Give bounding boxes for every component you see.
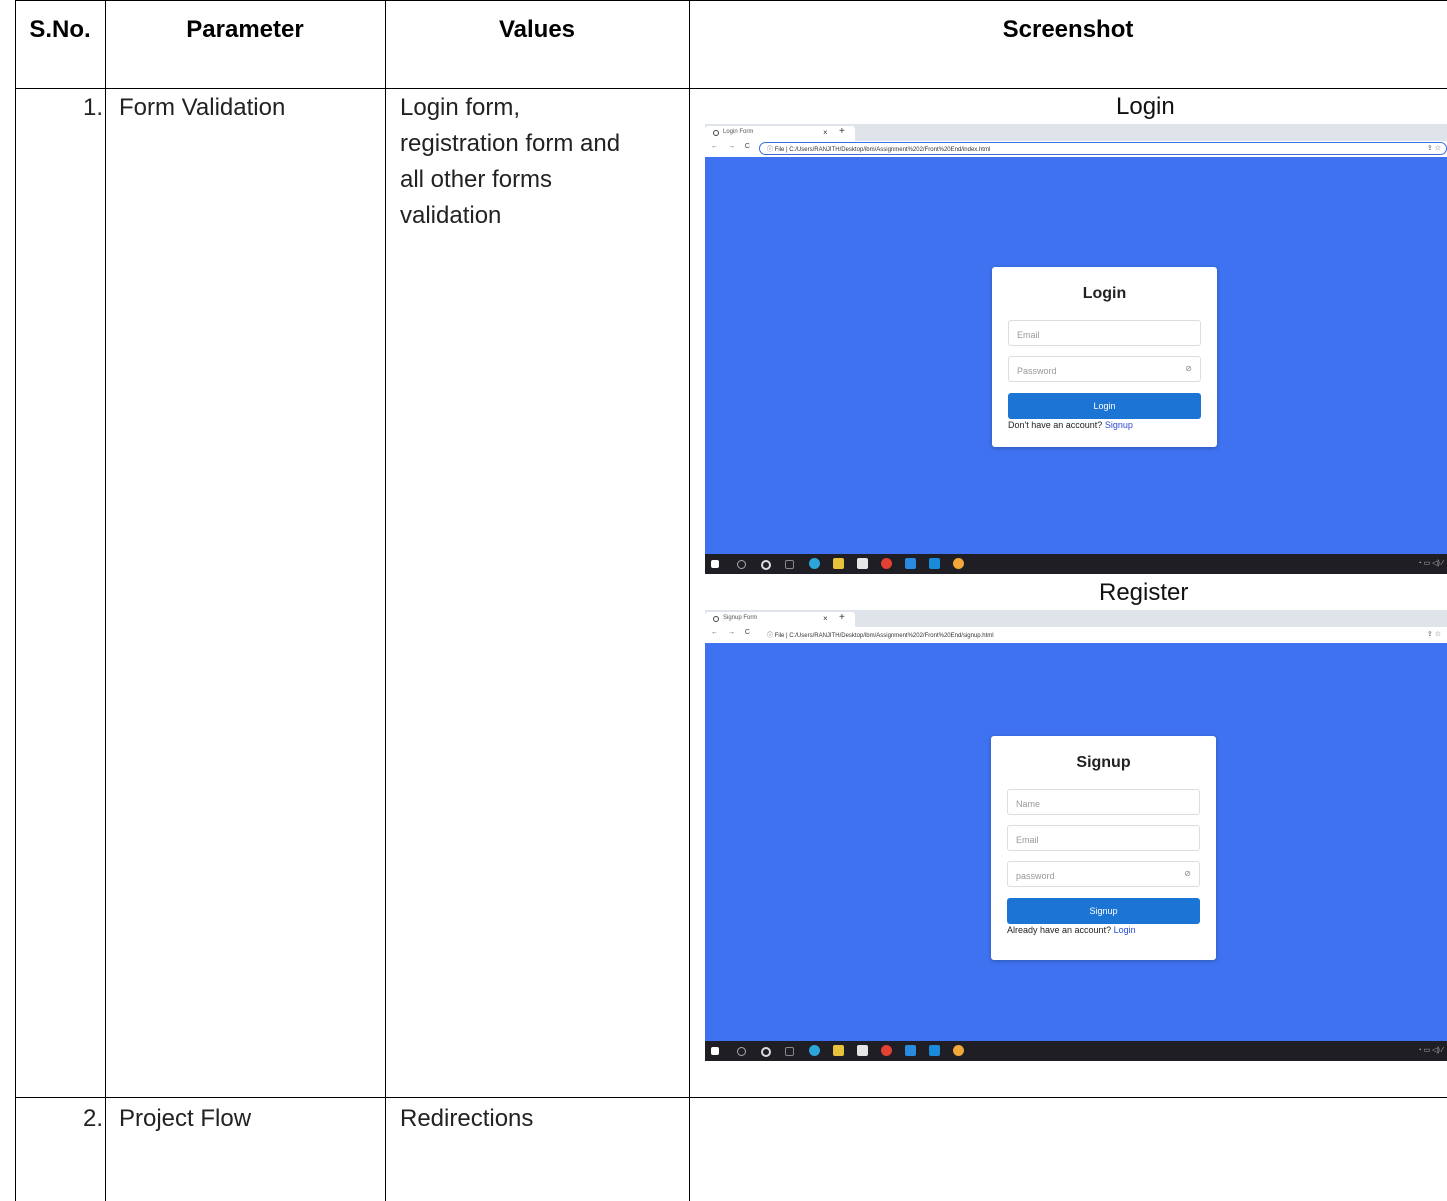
search-icon[interactable] [737, 1047, 746, 1056]
login-card: Login Email Password ⊘ Login Don't have … [992, 267, 1217, 447]
site-info-icon [713, 616, 719, 622]
browser-tabbar: Signup Form × + [705, 610, 1447, 627]
cortana-icon[interactable] [761, 1047, 771, 1057]
address-bar: ← → C ⓘ File | C:/Users/RANJITH/Desktop/… [705, 627, 1447, 643]
footer-text: Already have an account? [1007, 925, 1112, 935]
close-tab-icon[interactable]: × [823, 128, 828, 137]
new-tab-icon[interactable]: + [839, 126, 845, 137]
register-screenshot: Signup Form × + ← → C ⓘ File | C:/Users/… [705, 610, 1447, 1061]
email-field[interactable]: Email [1007, 825, 1200, 851]
login-link[interactable]: Login [1114, 925, 1136, 935]
login-card-title: Login [1082, 285, 1127, 302]
col-border-0 [15, 0, 16, 1201]
url-text: ⓘ File | C:/Users/RANJITH/Desktop/ibm/As… [767, 147, 991, 153]
row-1-values-line-4: validation [400, 202, 502, 229]
edge-icon[interactable] [809, 558, 820, 569]
header-screenshot: Screenshot [1002, 16, 1134, 43]
cortana-icon[interactable] [761, 560, 771, 570]
password-placeholder: Password [1017, 366, 1057, 376]
store-icon[interactable] [857, 1045, 868, 1056]
row-1-parameter: Form Validation [119, 94, 286, 121]
url-text[interactable]: ⓘ File | C:/Users/RANJITH/Desktop/ibm/As… [767, 630, 994, 639]
register-caption: Register [1099, 579, 1189, 606]
file-explorer-icon[interactable] [833, 558, 844, 569]
row-2-values: Redirections [400, 1105, 534, 1132]
col-border-3 [689, 0, 690, 1201]
browser-tabbar: Login Form × + [705, 124, 1447, 141]
nav-buttons[interactable]: ← → C [711, 629, 754, 636]
login-screenshot: Login Form × + ← → C ⓘ File | C:/Users/R… [705, 124, 1447, 574]
app-icon[interactable] [953, 558, 964, 569]
login-footer: Don't have an account? Signup [1008, 420, 1133, 430]
col-border-2 [385, 0, 386, 1201]
row-2-parameter: Project Flow [119, 1105, 252, 1132]
system-tray-icons[interactable]: ◔ ▭ ◁) ⁄ [1417, 1046, 1443, 1054]
page-viewport: Login Email Password ⊘ Login Don't have … [705, 157, 1447, 554]
row-1-values-line-1: Login form, [400, 94, 521, 121]
mail-icon[interactable] [929, 1045, 940, 1056]
vscode-icon[interactable] [905, 1045, 916, 1056]
search-icon[interactable] [737, 560, 746, 569]
share-star-icons[interactable]: ⇪ ☆ [1427, 144, 1441, 152]
name-field[interactable]: Name [1007, 789, 1200, 815]
file-explorer-icon[interactable] [833, 1045, 844, 1056]
header-parameter: Parameter [186, 16, 304, 43]
header-row-border [15, 88, 1447, 89]
signup-footer: Already have an account? Login [1007, 925, 1136, 935]
password-field[interactable]: password ⊘ [1007, 861, 1200, 887]
row-1-values-line-3: all other forms [400, 166, 553, 193]
app-icon[interactable] [953, 1045, 964, 1056]
header-values: Values [498, 16, 576, 43]
login-caption: Login [1116, 93, 1175, 120]
chrome-icon[interactable] [881, 1045, 892, 1056]
windows-start-icon[interactable] [711, 560, 719, 568]
password-placeholder: password [1016, 871, 1055, 881]
vscode-icon[interactable] [905, 558, 916, 569]
windows-taskbar: ◔ ▭ ◁) ⁄ [705, 1041, 1447, 1061]
login-button[interactable]: Login [1008, 393, 1201, 419]
table-border-top [15, 0, 1447, 1]
col-border-1 [105, 0, 106, 1201]
store-icon[interactable] [857, 558, 868, 569]
new-tab-icon[interactable]: + [839, 612, 845, 623]
tab-title: Signup Form [723, 615, 758, 621]
row-1-sno: 1. [82, 94, 103, 121]
signup-card-title: Signup [1076, 754, 1131, 771]
row-1-border [15, 1097, 1447, 1098]
eye-off-icon[interactable]: ⊘ [1185, 364, 1192, 373]
footer-text: Don't have an account? [1008, 420, 1103, 430]
windows-start-icon[interactable] [711, 1047, 719, 1055]
close-tab-icon[interactable]: × [823, 614, 828, 623]
browser-tab[interactable]: Login Form × [705, 126, 855, 141]
signup-card: Signup Name Email password ⊘ Signup Alre… [991, 736, 1216, 960]
chrome-icon[interactable] [881, 558, 892, 569]
windows-taskbar: ◔ ▭ ◁) ⁄ [705, 554, 1447, 574]
eye-off-icon[interactable]: ⊘ [1184, 869, 1191, 878]
site-info-icon [713, 130, 719, 136]
row-2-sno: 2. [82, 1105, 103, 1132]
address-bar: ← → C ⓘ File | C:/Users/RANJITH/Desktop/… [705, 141, 1447, 157]
email-field[interactable]: Email [1008, 320, 1201, 346]
task-view-icon[interactable] [785, 560, 794, 569]
signup-link[interactable]: Signup [1105, 420, 1133, 430]
row-1-values-line-2: registration form and [400, 130, 621, 157]
share-star-icons[interactable]: ⇪ ☆ [1427, 630, 1441, 638]
header-sno: S.No. [29, 16, 91, 43]
system-tray-icons[interactable]: ◔ ▭ ◁) ⁄ [1417, 559, 1443, 567]
signup-button[interactable]: Signup [1007, 898, 1200, 924]
edge-icon[interactable] [809, 1045, 820, 1056]
tab-title: Login Form [723, 129, 754, 135]
password-field[interactable]: Password ⊘ [1008, 356, 1201, 382]
page-viewport: Signup Name Email password ⊘ Signup Alre… [705, 643, 1447, 1041]
task-view-icon[interactable] [785, 1047, 794, 1056]
browser-tab[interactable]: Signup Form × [705, 612, 855, 627]
mail-icon[interactable] [929, 558, 940, 569]
nav-buttons[interactable]: ← → C [711, 143, 754, 150]
